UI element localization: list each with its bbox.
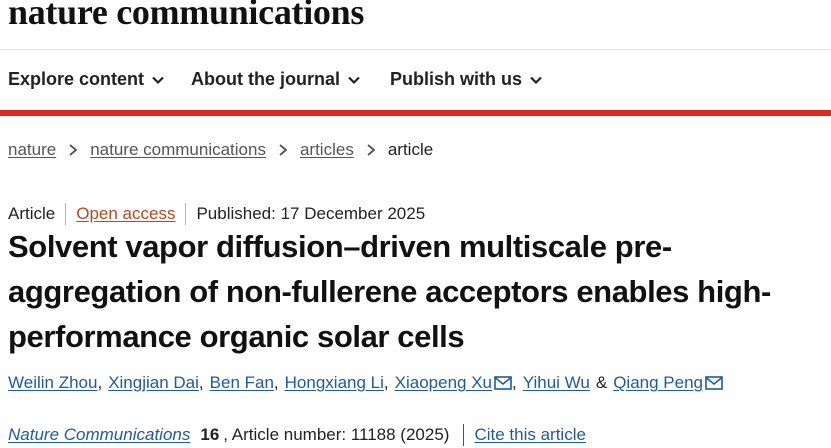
chevron-right-icon <box>69 144 78 156</box>
author-and: & <box>595 373 608 392</box>
article-number: , Article number: 11188 (2025) <box>223 425 450 444</box>
author-separator: , <box>512 373 517 392</box>
site-header: nature communications <box>0 0 831 50</box>
chevron-down-icon <box>348 76 360 84</box>
author-link[interactable]: Qiang Peng <box>613 373 703 393</box>
author-separator: , <box>97 373 103 392</box>
breadcrumb-articles[interactable]: articles <box>300 140 354 160</box>
nav-explore-content-label: Explore content <box>8 69 145 89</box>
journal-link[interactable]: Nature Communications <box>8 425 190 445</box>
chevron-right-icon <box>367 144 376 156</box>
breadcrumb-current: article <box>387 140 434 159</box>
article-type: Article <box>8 204 56 223</box>
breadcrumb: nature nature communications articles ar… <box>8 140 433 160</box>
author-separator: , <box>198 373 204 392</box>
chevron-down-icon <box>152 76 164 84</box>
published-date: Published: 17 December 2025 <box>196 204 426 223</box>
author-link[interactable]: Xingjian Dai <box>108 373 199 393</box>
author-separator: , <box>383 373 389 392</box>
author-link[interactable]: Ben Fan <box>210 373 274 393</box>
accent-rule <box>0 110 831 116</box>
breadcrumb-nature-communications[interactable]: nature communications <box>90 140 266 160</box>
breadcrumb-nature[interactable]: nature <box>8 140 56 160</box>
chevron-right-icon <box>279 144 288 156</box>
meta-divider <box>65 203 67 225</box>
nav-about-journal[interactable]: About the journal <box>191 69 361 90</box>
nav-about-journal-label: About the journal <box>191 69 340 89</box>
mail-icon[interactable] <box>494 376 512 390</box>
author-link[interactable]: Xiaopeng Xu <box>395 373 492 393</box>
article-meta: Article Open access Published: 17 Decemb… <box>8 203 425 225</box>
main-nav: Explore content About the journal Publis… <box>0 50 831 110</box>
chevron-down-icon <box>530 76 542 84</box>
meta-divider <box>185 203 187 225</box>
nav-explore-content[interactable]: Explore content <box>8 69 165 90</box>
cite-this-article-link[interactable]: Cite this article <box>474 425 585 445</box>
journal-logo[interactable]: nature communications <box>8 0 364 33</box>
open-access-link[interactable]: Open access <box>76 204 175 224</box>
cite-divider <box>463 424 465 446</box>
author-separator: , <box>273 373 279 392</box>
author-link[interactable]: Yihui Wu <box>523 373 590 393</box>
volume-number: 16 <box>200 425 220 444</box>
citation-row: Nature Communications 16 , Article numbe… <box>8 424 586 446</box>
article-title: Solvent vapor diffusion–driven multiscal… <box>8 229 771 354</box>
mail-icon[interactable] <box>705 376 723 390</box>
author-list: Weilin Zhou, Xingjian Dai, Ben Fan, Hong… <box>8 373 723 393</box>
author-link[interactable]: Hongxiang Li <box>285 373 384 393</box>
author-link[interactable]: Weilin Zhou <box>8 373 97 393</box>
nav-publish-with-us-label: Publish with us <box>390 69 523 89</box>
nav-publish-with-us[interactable]: Publish with us <box>390 69 543 90</box>
